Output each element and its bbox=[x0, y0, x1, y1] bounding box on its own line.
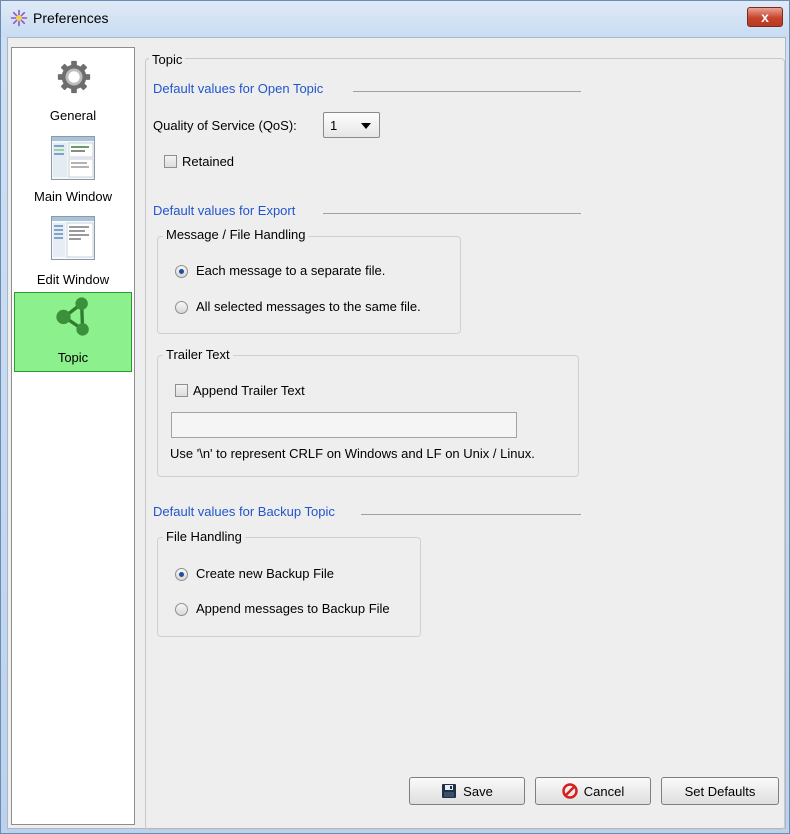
sidebar-item-main-window[interactable]: Main Window bbox=[14, 132, 132, 212]
file-handling-title: File Handling bbox=[163, 529, 245, 544]
cancel-icon bbox=[562, 783, 578, 799]
share-nodes-icon bbox=[56, 297, 89, 336]
radio-append-messages-backup-file[interactable] bbox=[175, 603, 188, 616]
sidebar-item-topic[interactable]: Topic bbox=[14, 292, 132, 372]
sidebar-item-label: Topic bbox=[57, 350, 89, 365]
set-defaults-button[interactable]: Set Defaults bbox=[661, 777, 779, 805]
backup-section-title: Default values for Backup Topic bbox=[153, 504, 335, 519]
section-divider bbox=[323, 213, 581, 214]
set-defaults-button-label: Set Defaults bbox=[684, 783, 756, 799]
sidebar-item-edit-window[interactable]: Edit Window bbox=[14, 212, 132, 290]
preferences-window: Preferences x General Main Window Edit W… bbox=[0, 0, 790, 834]
topic-group-title: Topic bbox=[149, 52, 186, 67]
topic-settings-panel: Topic Default values for Open Topic Qual… bbox=[143, 47, 785, 830]
edit-window-thumbnail-icon bbox=[51, 216, 95, 260]
sidebar-item-general[interactable]: General bbox=[14, 50, 132, 126]
sidebar-item-label: Main Window bbox=[33, 189, 113, 204]
file-handling-group bbox=[157, 537, 421, 637]
qos-label: Quality of Service (QoS): bbox=[153, 118, 297, 133]
trailer-text-input[interactable] bbox=[171, 412, 517, 438]
section-divider bbox=[353, 91, 581, 92]
radio-label: Create new Backup File bbox=[196, 566, 335, 581]
section-divider bbox=[361, 514, 581, 515]
title-bar[interactable]: Preferences x bbox=[1, 1, 789, 37]
main-window-thumbnail-icon bbox=[51, 136, 95, 180]
close-icon: x bbox=[761, 9, 769, 25]
chevron-down-icon bbox=[361, 123, 371, 129]
radio-label: All selected messages to the same file. bbox=[196, 299, 421, 314]
open-topic-section-title: Default values for Open Topic bbox=[153, 81, 324, 96]
category-sidebar: General Main Window Edit Window Topic bbox=[11, 47, 135, 825]
export-section-title: Default values for Export bbox=[153, 203, 296, 218]
append-trailer-label: Append Trailer Text bbox=[193, 383, 305, 398]
app-star-icon bbox=[10, 9, 28, 27]
radio-each-message-separate-file[interactable] bbox=[175, 265, 188, 278]
window-title: Preferences bbox=[33, 10, 109, 26]
trailer-text-title: Trailer Text bbox=[163, 347, 233, 362]
radio-create-new-backup-file[interactable] bbox=[175, 568, 188, 581]
gear-icon bbox=[57, 60, 91, 94]
save-button[interactable]: Save bbox=[409, 777, 525, 805]
cancel-button-label: Cancel bbox=[583, 783, 625, 799]
cancel-button[interactable]: Cancel bbox=[535, 777, 651, 805]
radio-label: Each message to a separate file. bbox=[196, 263, 386, 278]
qos-select-value: 1 bbox=[330, 118, 338, 133]
radio-all-messages-same-file[interactable] bbox=[175, 301, 188, 314]
sidebar-item-label: Edit Window bbox=[36, 272, 110, 287]
retained-checkbox[interactable] bbox=[164, 155, 177, 168]
message-handling-group bbox=[157, 236, 461, 334]
message-handling-title: Message / File Handling bbox=[163, 227, 309, 242]
sidebar-item-label: General bbox=[49, 108, 97, 123]
radio-label: Append messages to Backup File bbox=[196, 601, 390, 616]
append-trailer-checkbox[interactable] bbox=[175, 384, 188, 397]
retained-label: Retained bbox=[182, 154, 235, 169]
floppy-disk-icon bbox=[442, 784, 457, 798]
save-button-label: Save bbox=[463, 783, 493, 799]
qos-select[interactable]: 1 bbox=[323, 112, 380, 138]
close-button[interactable]: x bbox=[747, 7, 783, 27]
trailer-hint: Use '\n' to represent CRLF on Windows an… bbox=[170, 446, 535, 461]
